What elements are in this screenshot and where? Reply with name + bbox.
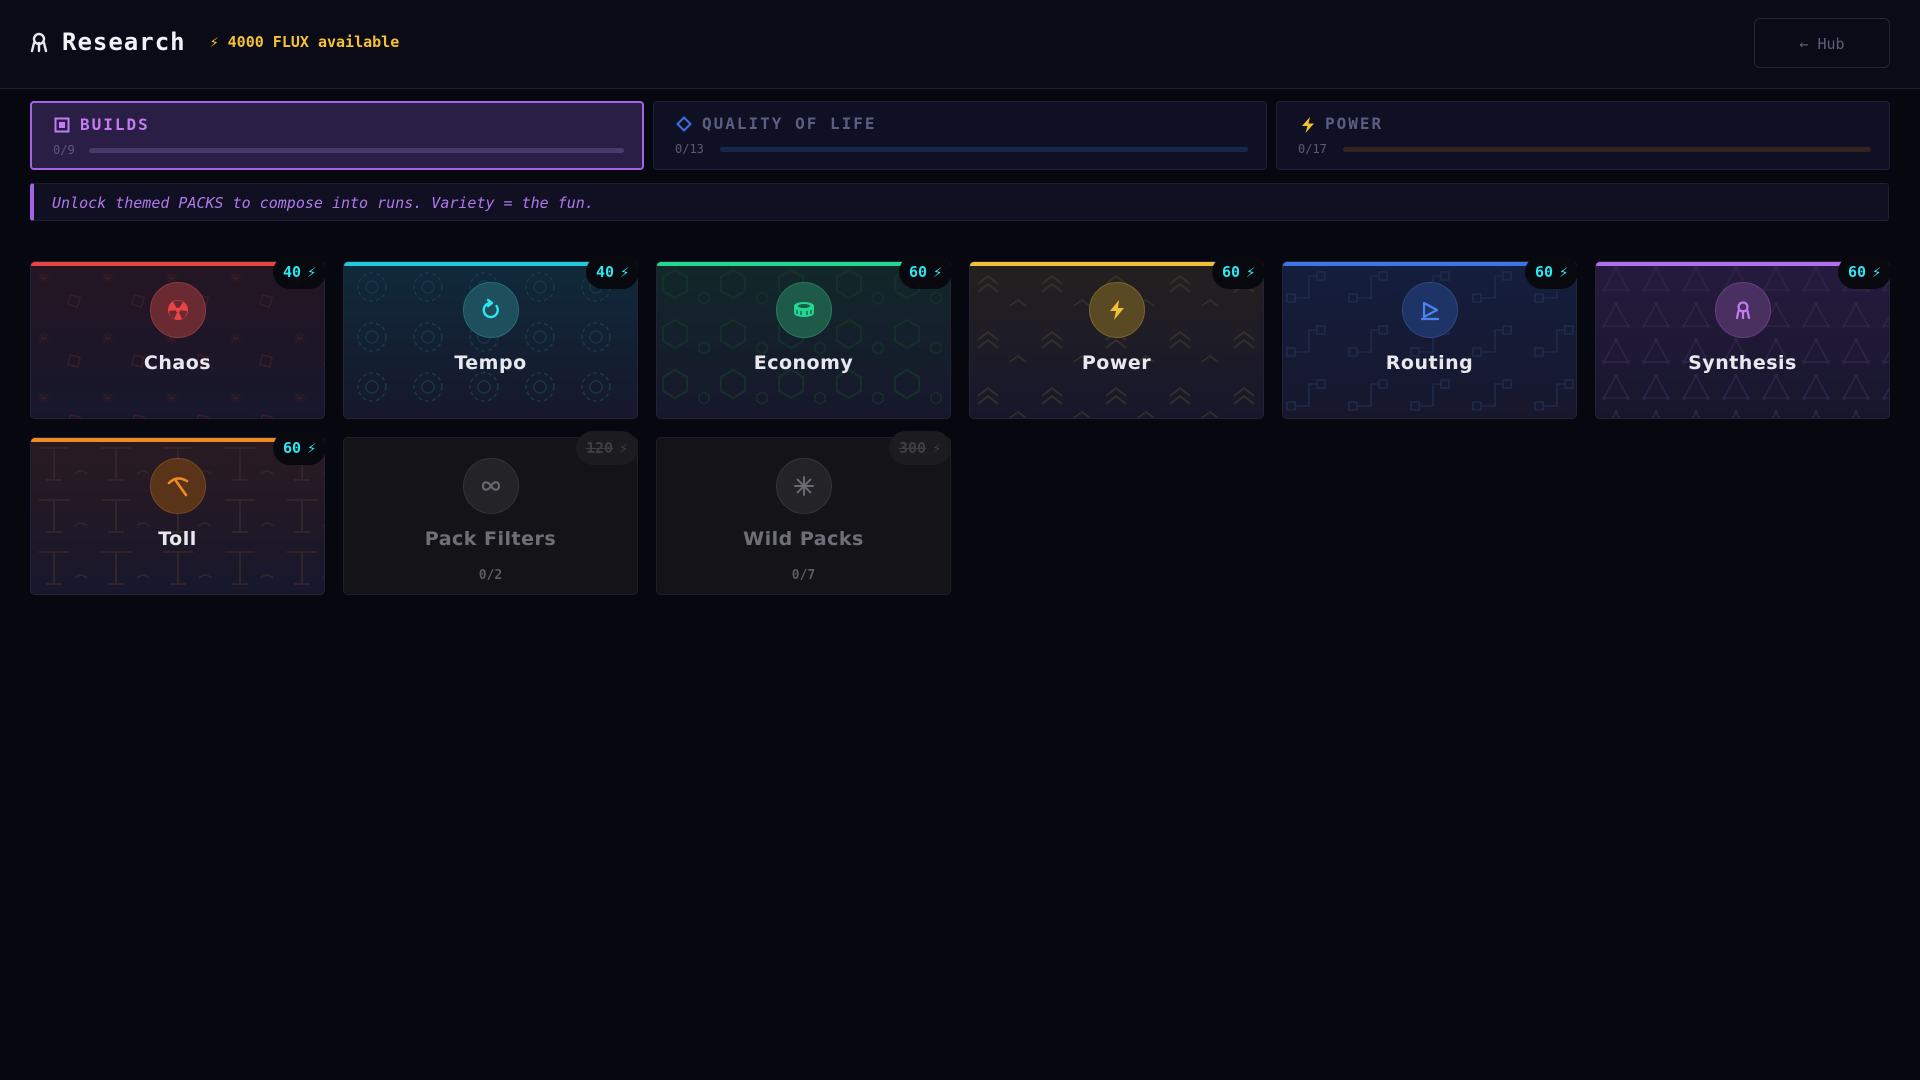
pickaxe-icon	[150, 458, 206, 514]
pack-name: Power	[1081, 352, 1152, 374]
tab-quality-of-life[interactable]: QUALITY OF LIFE 0/13	[653, 101, 1267, 170]
cost-badge: 120 ⚡	[576, 431, 639, 465]
cost-amount: 60	[909, 263, 928, 281]
diamond-icon	[676, 115, 692, 132]
cost-amount: 40	[283, 263, 302, 281]
lightning-icon: ⚡	[1246, 263, 1256, 281]
tab-label: QUALITY OF LIFE	[702, 114, 877, 133]
pack-name: Economy	[753, 352, 854, 374]
tab-label: POWER	[1325, 114, 1384, 133]
pack-name: Chaos	[143, 352, 212, 374]
lightning-icon	[1299, 116, 1315, 133]
top-bar: Research ⚡ 4000 FLUX available ← Hub	[0, 0, 1920, 89]
tab-label: BUILDS	[80, 115, 150, 134]
hint-banner: Unlock themed PACKS to compose into runs…	[30, 183, 1889, 221]
pack-name: Toll	[158, 528, 197, 550]
pack-name: Pack Filters	[424, 528, 557, 550]
cost-badge: 60 ⚡	[899, 255, 953, 289]
lightning-icon: ⚡	[1872, 263, 1882, 281]
cost-badge: 40 ⚡	[273, 255, 327, 289]
cost-amount: 60	[1222, 263, 1241, 281]
asterisk-icon	[776, 458, 832, 514]
pack-name: Routing	[1385, 352, 1474, 374]
cost-badge: 60 ⚡	[1212, 255, 1266, 289]
tab-power[interactable]: POWER 0/17	[1276, 101, 1890, 170]
lightning-icon: ⚡	[307, 263, 317, 281]
cost-amount: 60	[1848, 263, 1867, 281]
cost-badge: 60 ⚡	[1838, 255, 1892, 289]
hint-text: Unlock themed PACKS to compose into runs…	[52, 194, 594, 212]
cost-badge: 60 ⚡	[273, 431, 327, 465]
infinity-icon	[463, 458, 519, 514]
cost-amount: 60	[283, 439, 302, 457]
title-group: Research ⚡ 4000 FLUX available	[28, 28, 399, 56]
page-title: Research	[62, 28, 186, 56]
cost-amount: 60	[1535, 263, 1554, 281]
pack-progress: 0/2	[478, 568, 503, 583]
lightning-icon	[1089, 282, 1145, 338]
coins-icon	[776, 282, 832, 338]
tab-progress-bar	[1343, 147, 1871, 152]
cost-amount: 120	[586, 439, 614, 457]
tab-builds[interactable]: BUILDS 0/9	[30, 101, 644, 170]
tab-progress-bar	[720, 147, 1248, 152]
tab-progress-bar	[89, 148, 624, 153]
lightning-icon: ⚡	[620, 263, 630, 281]
lightning-icon: ⚡	[1559, 263, 1569, 281]
rotate-icon	[463, 282, 519, 338]
lightning-icon: ⚡	[932, 439, 942, 457]
cost-badge: 300 ⚡	[889, 431, 952, 465]
route-icon	[1402, 282, 1458, 338]
pack-name: Tempo	[454, 352, 527, 374]
pack-progress: 0/7	[791, 568, 816, 583]
lightning-icon: ⚡	[933, 263, 943, 281]
lightning-icon: ⚡	[307, 439, 317, 457]
cost-badge: 60 ⚡	[1525, 255, 1579, 289]
tab-progress-count: 0/17	[1298, 142, 1327, 156]
pack-name: Synthesis	[1688, 352, 1797, 374]
cost-amount: 300	[899, 439, 927, 457]
pack-name: Wild Packs	[743, 528, 864, 550]
flask-icon	[28, 31, 50, 53]
flux-balance: ⚡ 4000 FLUX available	[209, 33, 400, 51]
flask-icon	[1715, 282, 1771, 338]
cost-amount: 40	[596, 263, 615, 281]
cost-badge: 40 ⚡	[586, 255, 640, 289]
square-dot-icon	[54, 117, 70, 133]
hub-button[interactable]: ← Hub	[1754, 18, 1890, 68]
lightning-icon: ⚡	[619, 439, 629, 457]
radioactive-icon	[150, 282, 206, 338]
tab-progress-count: 0/9	[53, 143, 75, 157]
tab-progress-count: 0/13	[675, 142, 704, 156]
